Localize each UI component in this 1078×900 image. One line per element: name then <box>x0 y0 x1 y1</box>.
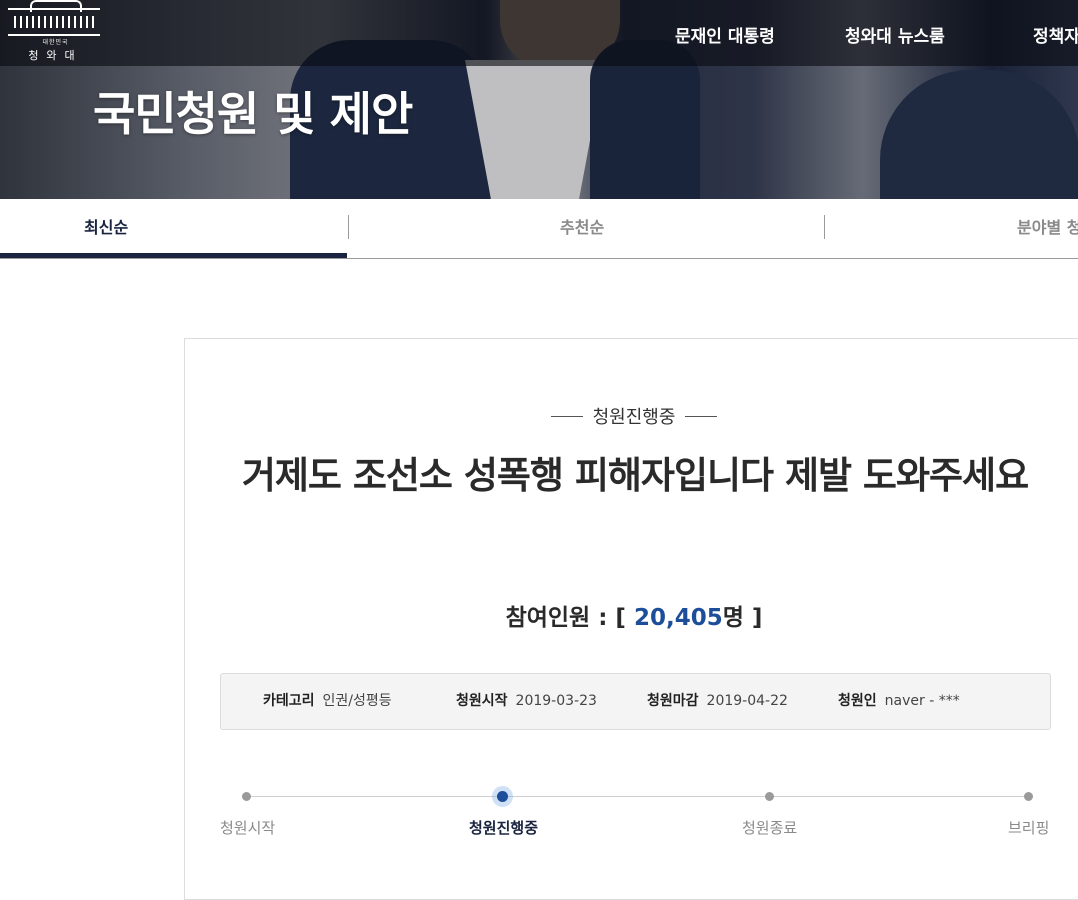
petition-info-box: 카테고리 인권/성평등 청원시작 2019-03-23 청원마감 2019-04-22… <box>220 673 1051 730</box>
logo-name: 청와대 <box>28 49 83 62</box>
progress-track <box>246 796 1028 797</box>
info-key: 청원시작 <box>456 693 508 709</box>
top-navigation-bar: 대한민국 청와대 문재인 대통령 청와대 뉴스룸 정책자 <box>0 0 1078 66</box>
progress-dot-start <box>242 792 251 801</box>
info-key: 카테고리 <box>263 693 315 709</box>
participants-label: 참여인원 : [ <box>505 605 626 631</box>
tab-latest[interactable]: 최신순 <box>84 199 128 258</box>
tab-divider <box>348 215 349 239</box>
info-value: naver - *** <box>884 693 960 709</box>
participants-unit: 명 ] <box>722 605 763 631</box>
info-key: 청원마감 <box>647 693 699 709</box>
participants-count: 참여인원 : [ 20,405명 ] <box>184 598 1078 632</box>
page-title: 국민청원 및 제안 <box>93 87 413 141</box>
step-label-start: 청원시작 <box>220 819 276 837</box>
nav-president[interactable]: 문재인 대통령 <box>675 22 775 47</box>
participants-number: 20,405 <box>633 605 723 631</box>
step-label-current: 청원진행중 <box>469 819 539 837</box>
petition-title: 거제도 조선소 성폭행 피해자입니다 제발 도와주세요 <box>241 454 1029 497</box>
step-label-briefing: 브리핑 <box>1008 819 1050 837</box>
progress-dot-briefing <box>1024 792 1033 801</box>
progress-dot-end <box>765 792 774 801</box>
info-key: 청원인 <box>838 693 877 709</box>
petition-status: 청원진행중 <box>184 403 1078 429</box>
status-label: 청원진행중 <box>592 407 676 428</box>
sort-tabs: 최신순 추천순 분야별 청 <box>0 199 1078 259</box>
divider <box>685 415 718 417</box>
tab-divider <box>824 215 825 239</box>
info-start-date: 청원시작 2019-03-23 <box>456 674 597 729</box>
logo-subtitle: 대한민국 <box>42 39 69 46</box>
info-value: 2019-03-23 <box>515 693 597 709</box>
info-petitioner: 청원인 naver - *** <box>838 674 960 729</box>
step-label-end: 청원종료 <box>742 819 798 837</box>
progress-dot-current <box>497 791 508 802</box>
divider <box>550 415 583 417</box>
cheongwadae-logo[interactable]: 대한민국 청와대 <box>8 0 103 62</box>
info-value: 인권/성평등 <box>322 693 392 709</box>
active-tab-indicator <box>0 253 347 258</box>
blue-house-icon <box>8 0 100 36</box>
nav-policy[interactable]: 정책자 <box>1033 22 1078 47</box>
tab-by-category[interactable]: 분야별 청 <box>1017 199 1078 258</box>
info-category: 카테고리 인권/성평등 <box>263 674 392 729</box>
nav-newsroom[interactable]: 청와대 뉴스룸 <box>845 22 945 47</box>
info-end-date: 청원마감 2019-04-22 <box>647 674 788 729</box>
info-value: 2019-04-22 <box>706 693 788 709</box>
tab-recommended[interactable]: 추천순 <box>560 199 604 258</box>
